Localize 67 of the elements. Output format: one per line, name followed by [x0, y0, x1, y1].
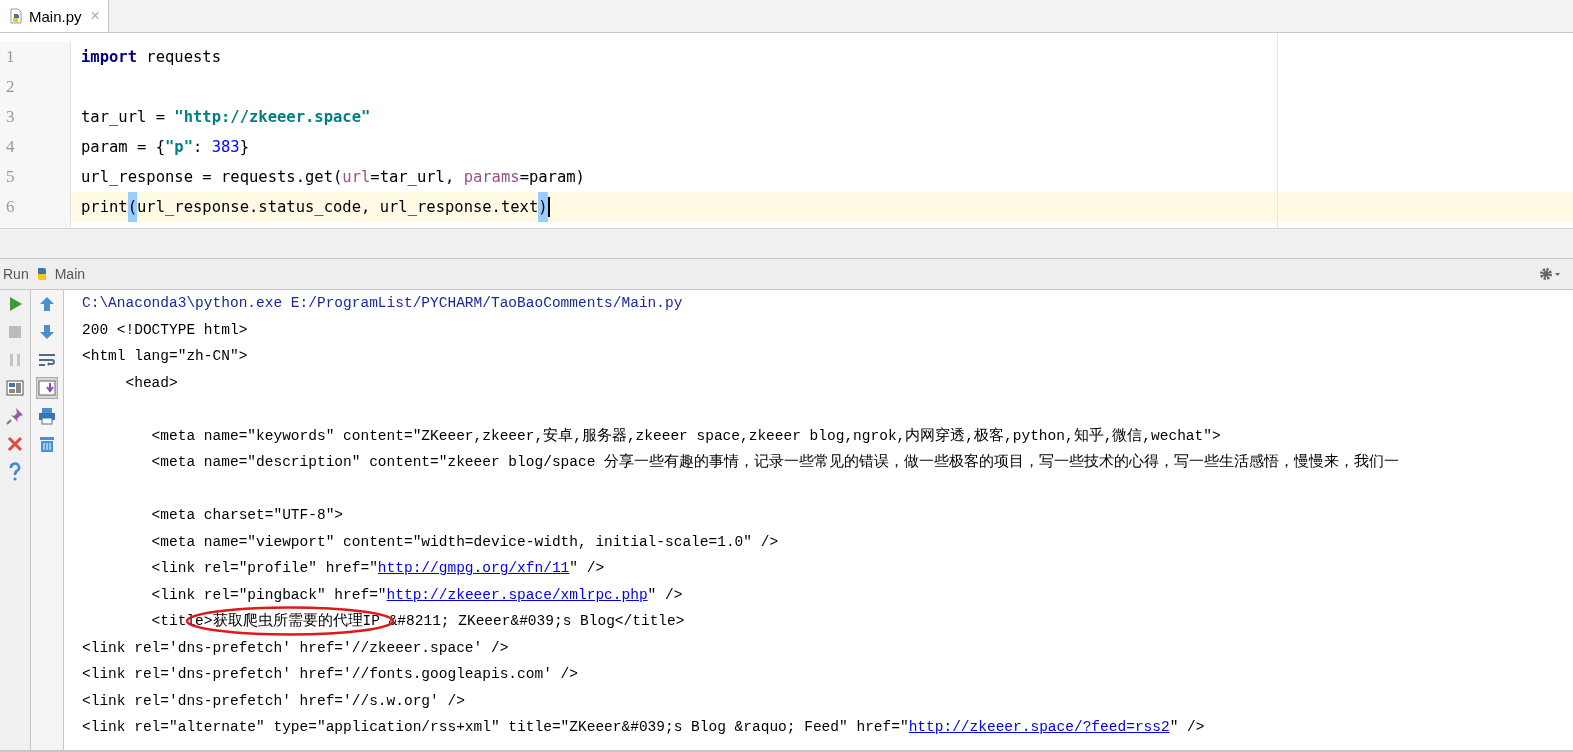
run-config-tab[interactable]: Main: [54, 266, 86, 282]
play-icon: [7, 296, 23, 312]
trash-icon: [38, 435, 56, 453]
line-number: 6: [5, 196, 16, 218]
output-text: " />: [1169, 719, 1205, 735]
scroll-end-tool-button[interactable]: [36, 377, 58, 399]
print-tool-button[interactable]: [36, 405, 58, 427]
help-icon: [7, 462, 23, 482]
output-text: <meta charset="UTF-8">: [150, 507, 344, 523]
arrow-up-icon: [39, 296, 55, 312]
output-text: <link rel='dns-prefetch' href='//s.w.org' />: [82, 692, 465, 709]
code-token: 383: [211, 137, 240, 158]
code-token: (: [127, 192, 137, 222]
output-text: C:\Anaconda3\python.exe E:/ProgramList/PYCHARM/TaoBaoComments/Main.py: [82, 295, 683, 311]
output-text: <link rel="profile" href=": [150, 560, 378, 576]
output-text: <link rel='dns-prefetch' href='//fonts.googleapis.com' />: [82, 666, 578, 682]
output-text: <link rel='dns-prefetch' href='//zkeeer.space' />: [82, 639, 509, 656]
pin-icon: [6, 407, 24, 425]
output-link[interactable]: http://zkeeer.space/?feed=rss2: [908, 719, 1170, 735]
code-token: ): [538, 192, 548, 222]
output-text: 200 <!DOCTYPE html>: [82, 321, 248, 338]
output-link[interactable]: http://gmpg.org/xfn/11: [377, 560, 570, 576]
pin-tool-button[interactable]: [4, 405, 26, 427]
code-token: }: [239, 137, 249, 158]
output-text: <link rel="alternate" type="application/rss+xml" title="ZKeeer&#039;s Blog &raquo; Feed" href=": [82, 719, 909, 735]
code-token: url_response = requests.get(: [81, 167, 343, 188]
text-caret: [547, 197, 550, 217]
printer-icon: [38, 407, 56, 425]
arrow-down-icon: [39, 324, 55, 340]
python-file-icon: [8, 8, 24, 24]
output-text: <meta name="keywords" content="ZKeeer,zkeeer,安卓,服务器,zkeeer space,zkeeer blog,ngrok,内网穿透,极客,python,知乎,微信,wechat">: [150, 427, 1221, 444]
code-token: url: [342, 167, 371, 188]
line-number: 2: [5, 76, 16, 98]
code-token: param = {: [81, 137, 165, 158]
pause-icon: [7, 352, 23, 368]
settings-icon[interactable]: [1539, 267, 1561, 281]
line-number: 4: [5, 136, 16, 158]
output-text: <head>: [124, 374, 178, 391]
scroll-down-icon: [38, 379, 56, 397]
wrap-icon: [38, 352, 56, 368]
line-number: 3: [5, 106, 16, 128]
code-token: print: [81, 197, 128, 218]
code-token: requests: [145, 47, 221, 68]
code-token: =param): [519, 167, 585, 188]
code-token: params: [463, 167, 520, 188]
code-token: url_response.status_code, url_response.text: [137, 197, 539, 218]
layout-tool-button[interactable]: [4, 377, 26, 399]
code-token: import: [81, 47, 137, 68]
output-text: <meta name="description" content="zkeeer blog/space 分享一些有趣的事情，记录一些常见的错误，做一些极客的项目，写一些技术的心得，写一些生活感悟，慢慢来，我们一: [150, 454, 1400, 470]
layout-icon: [6, 379, 24, 397]
run-panel-title: Run: [3, 266, 29, 282]
code-token: "p": [165, 137, 193, 158]
output-text: " />: [569, 560, 605, 576]
output-text: " />: [647, 586, 683, 603]
code-token: tar_url =: [81, 107, 166, 128]
output-text: <link rel="pingback" href=": [150, 586, 387, 603]
file-tab[interactable]: Main.py ×: [0, 0, 109, 32]
code-token: :: [193, 137, 204, 158]
output-text: <html lang="zh-CN">: [82, 348, 248, 364]
output-link[interactable]: http://zkeeer.space/xmlrpc.php: [386, 586, 648, 603]
code-token: "http://zkeeer.space": [174, 107, 371, 128]
line-number: 5: [5, 166, 16, 188]
line-number: 1: [5, 46, 16, 68]
code-token: =tar_url,: [370, 167, 456, 188]
output-text: <meta name="viewport" content="width=device-width, initial-scale=1.0" />: [150, 533, 779, 550]
stop-icon: [7, 324, 23, 340]
close-icon: [7, 436, 23, 452]
